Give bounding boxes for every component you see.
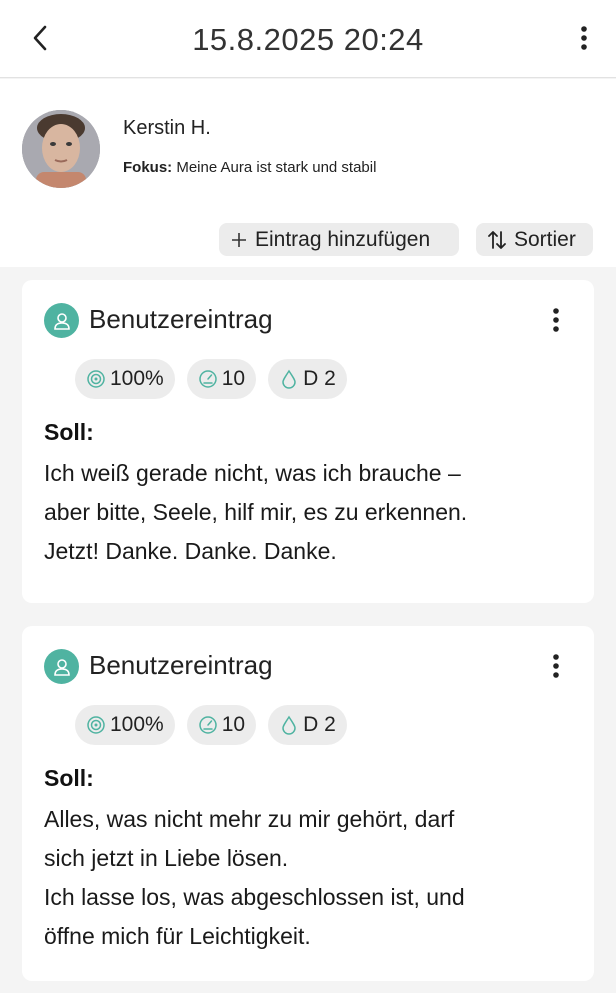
avatar-photo bbox=[22, 110, 100, 188]
entry-card[interactable]: Benutzereintrag 100% 10 bbox=[22, 626, 594, 981]
progress-badge: 100% bbox=[75, 359, 175, 399]
level-badge: 10 bbox=[186, 359, 257, 399]
page-title: 15.8.2025 20:24 bbox=[192, 22, 424, 57]
entry-title: Benutzereintrag bbox=[89, 650, 273, 680]
day-badge: D 2 bbox=[268, 705, 347, 745]
soll-label: Soll: bbox=[44, 419, 94, 445]
add-entry-button[interactable]: Eintrag hinzufügen bbox=[219, 223, 459, 256]
profile-focus: Fokus: Meine Aura ist stark und stabil bbox=[123, 159, 376, 176]
user-icon bbox=[44, 649, 79, 684]
top-bar: 15.8.2025 20:24 bbox=[0, 0, 616, 78]
day-value: D 2 bbox=[303, 367, 336, 390]
day-badge: D 2 bbox=[268, 359, 347, 399]
progress-badge: 100% bbox=[75, 705, 175, 745]
sort-label: Sortier bbox=[514, 227, 576, 251]
drop-icon bbox=[282, 369, 296, 389]
more-options-button[interactable] bbox=[568, 20, 600, 56]
progress-value: 100% bbox=[110, 367, 164, 390]
entry-text-line: Ich weiß gerade nicht, was ich brauche – bbox=[44, 460, 461, 486]
sort-button[interactable]: Sortier bbox=[476, 223, 593, 256]
more-vertical-icon bbox=[553, 654, 559, 678]
profile-name: Kerstin H. bbox=[123, 117, 211, 139]
level-value: 10 bbox=[221, 713, 246, 736]
user-icon bbox=[44, 303, 79, 338]
entry-text-line: aber bitte, Seele, hilf mir, es zu erken… bbox=[44, 499, 468, 525]
level-value: 10 bbox=[221, 367, 246, 390]
progress-value: 100% bbox=[110, 713, 164, 736]
entry-badges: 100% 10 D 2 bbox=[75, 705, 347, 745]
gauge-icon bbox=[198, 370, 217, 388]
day-value: D 2 bbox=[303, 713, 336, 736]
gauge-icon bbox=[198, 716, 217, 734]
more-vertical-icon bbox=[553, 308, 559, 332]
more-vertical-icon bbox=[581, 26, 587, 50]
profile-section: Kerstin H. Fokus: Meine Aura ist stark u… bbox=[0, 79, 616, 209]
add-entry-label: Eintrag hinzufügen bbox=[255, 227, 431, 251]
entry-text: Alles, was nicht mehr zu mir gehört, dar… bbox=[44, 800, 572, 956]
soll-label: Soll: bbox=[44, 765, 94, 791]
entry-header: Benutzereintrag bbox=[44, 648, 578, 684]
focus-label: Fokus: bbox=[123, 159, 173, 176]
entry-badges: 100% 10 D 2 bbox=[75, 359, 347, 399]
entry-text-line: öffne mich für Leichtigkeit. bbox=[44, 923, 311, 949]
entry-menu-button[interactable] bbox=[544, 304, 568, 336]
entry-card[interactable]: Benutzereintrag 100% 10 bbox=[22, 280, 594, 603]
entry-text-line: Alles, was nicht mehr zu mir gehört, dar… bbox=[44, 806, 455, 832]
action-bar: Eintrag hinzufügen Sortier bbox=[0, 209, 616, 267]
entry-menu-button[interactable] bbox=[544, 650, 568, 682]
drop-icon bbox=[282, 715, 296, 735]
entry-text-line: Jetzt! Danke. Danke. Danke. bbox=[44, 538, 337, 564]
avatar[interactable] bbox=[22, 110, 100, 188]
focus-value: Meine Aura ist stark und stabil bbox=[176, 159, 377, 176]
entry-title: Benutzereintrag bbox=[89, 304, 273, 334]
entry-text: Ich weiß gerade nicht, was ich brauche –… bbox=[44, 454, 572, 571]
entry-text-line: Ich lasse los, was abgeschlossen ist, un… bbox=[44, 884, 465, 910]
sort-arrows-icon bbox=[488, 230, 506, 249]
entry-header: Benutzereintrag bbox=[44, 302, 578, 338]
level-badge: 10 bbox=[186, 705, 257, 745]
target-icon bbox=[87, 370, 105, 388]
plus-icon bbox=[232, 232, 246, 247]
entry-text-line: sich jetzt in Liebe lösen. bbox=[44, 845, 289, 871]
target-icon bbox=[87, 716, 105, 734]
